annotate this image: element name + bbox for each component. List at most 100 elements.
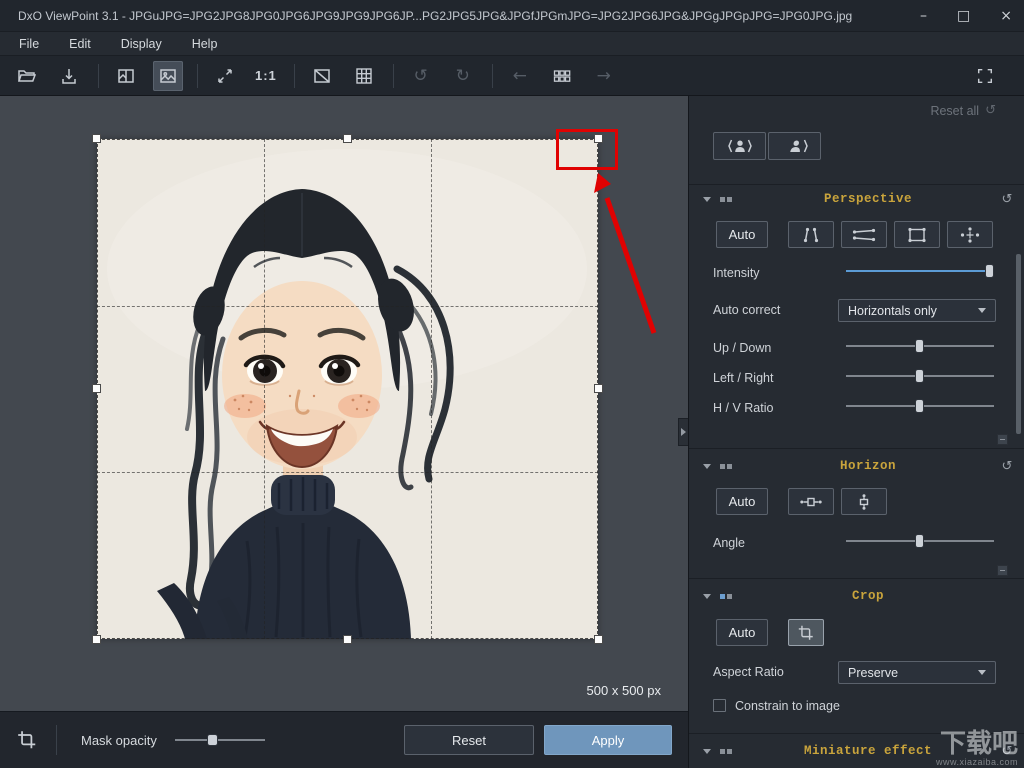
previous-image-button[interactable]: ← xyxy=(505,61,535,91)
perspective-reset-icon[interactable]: ↺ xyxy=(998,192,1016,207)
rotate-right-icon[interactable]: ↻ xyxy=(448,61,478,91)
menu-help[interactable]: Help xyxy=(177,32,233,55)
intensity-label: Intensity xyxy=(713,266,760,280)
reset-button[interactable]: Reset xyxy=(404,725,534,755)
section-divider xyxy=(689,184,1024,185)
intensity-slider[interactable] xyxy=(846,263,994,279)
hv-ratio-label: H / V Ratio xyxy=(713,401,773,415)
collapse-triangle-icon[interactable] xyxy=(703,749,711,754)
collapse-triangle-icon[interactable] xyxy=(703,464,711,469)
perspective-auto-button[interactable]: Auto xyxy=(716,221,768,248)
horizon-level-button[interactable] xyxy=(788,488,834,515)
perspective-section-grip[interactable] xyxy=(997,434,1008,445)
open-folder-button[interactable] xyxy=(12,61,42,91)
crop-handle-middle-right[interactable] xyxy=(594,384,603,393)
fullscreen-button[interactable] xyxy=(970,61,1000,91)
horizon-section-header[interactable]: Horizon ↺ xyxy=(697,455,1016,477)
slider-fill xyxy=(846,270,990,272)
left-right-slider[interactable] xyxy=(846,368,994,384)
up-down-label: Up / Down xyxy=(713,341,771,355)
minimize-button[interactable]: – xyxy=(920,8,927,24)
horizon-vertical-button[interactable] xyxy=(841,488,887,515)
slider-knob[interactable] xyxy=(207,734,218,746)
crop-handle-top-left[interactable] xyxy=(92,134,101,143)
crop-auto-button[interactable]: Auto xyxy=(716,619,768,646)
miniature-reset-icon[interactable]: ↺ xyxy=(998,744,1016,759)
horizon-auto-button[interactable]: Auto xyxy=(716,488,768,515)
menu-display[interactable]: Display xyxy=(106,32,177,55)
angle-slider[interactable] xyxy=(846,533,994,549)
menu-edit[interactable]: Edit xyxy=(54,32,106,55)
horizon-tools: Auto xyxy=(716,488,894,515)
maximize-button[interactable]: □ xyxy=(957,8,970,24)
slider-knob[interactable] xyxy=(915,399,924,413)
crop-size-label: 500 x 500 px xyxy=(587,683,661,698)
section-preview-icon[interactable] xyxy=(720,749,732,754)
photo-crop-region[interactable] xyxy=(97,139,598,639)
section-preview-icon[interactable] xyxy=(720,594,732,599)
eight-points-button[interactable] xyxy=(947,221,993,248)
chevron-down-icon xyxy=(978,670,986,675)
left-right-label: Left / Right xyxy=(713,371,773,385)
crop-section-header[interactable]: Crop xyxy=(697,585,1016,607)
mask-opacity-slider[interactable] xyxy=(175,732,265,748)
horizon-reset-icon[interactable]: ↺ xyxy=(998,459,1016,474)
rotate-left-icon[interactable]: ↺ xyxy=(406,61,436,91)
panel-scrollbar[interactable] xyxy=(1016,254,1021,434)
full-correction-button[interactable] xyxy=(768,132,821,160)
thumbnails-button[interactable] xyxy=(547,61,577,91)
force-rectangle-button[interactable] xyxy=(894,221,940,248)
auto-correct-label: Auto correct xyxy=(713,303,780,317)
close-button[interactable]: × xyxy=(1000,8,1012,24)
section-preview-icon[interactable] xyxy=(720,464,732,469)
image-view-button[interactable] xyxy=(153,61,183,91)
angle-label: Angle xyxy=(713,536,745,550)
constrain-to-image-checkbox[interactable] xyxy=(713,699,726,712)
up-down-slider[interactable] xyxy=(846,338,994,354)
slider-knob[interactable] xyxy=(915,339,924,353)
slider-knob[interactable] xyxy=(915,369,924,383)
auto-correct-select[interactable]: Horizontals only xyxy=(838,299,996,322)
aspect-ratio-label: Aspect Ratio xyxy=(713,665,784,679)
reset-all-button[interactable]: Reset all ↺ xyxy=(930,103,996,118)
zoom-1-1-button[interactable]: 1:1 xyxy=(252,61,280,91)
natural-perspective-button[interactable] xyxy=(713,132,766,160)
perspective-section-header[interactable]: Perspective ↺ xyxy=(697,188,1016,210)
export-button[interactable] xyxy=(54,61,84,91)
preview-original-button[interactable] xyxy=(307,61,337,91)
thirds-line-horizontal xyxy=(97,472,598,473)
fit-screen-button[interactable] xyxy=(210,61,240,91)
section-preview-icon[interactable] xyxy=(720,197,732,202)
hv-ratio-slider[interactable] xyxy=(846,398,994,414)
crop-handle-top-middle[interactable] xyxy=(343,134,352,143)
grid-overlay-button[interactable] xyxy=(349,61,379,91)
force-horizontal-parallels-button[interactable] xyxy=(841,221,887,248)
perspective-preview-group xyxy=(713,132,823,160)
panel-collapse-handle[interactable] xyxy=(678,418,688,446)
force-vertical-parallels-button[interactable] xyxy=(788,221,834,248)
chevron-down-icon xyxy=(978,308,986,313)
crop-section-title: Crop xyxy=(738,589,998,603)
slider-knob[interactable] xyxy=(915,534,924,548)
crop-mode-icon[interactable] xyxy=(16,729,38,751)
toolbar-separator xyxy=(98,64,99,88)
apply-button[interactable]: Apply xyxy=(544,725,672,755)
crop-tool-button[interactable] xyxy=(788,619,824,646)
horizon-section-grip[interactable] xyxy=(997,565,1008,576)
crop-handle-bottom-right[interactable] xyxy=(594,635,603,644)
compare-view-button[interactable] xyxy=(111,61,141,91)
collapse-triangle-icon[interactable] xyxy=(703,197,711,202)
perspective-section-title: Perspective xyxy=(738,192,998,206)
aspect-ratio-select[interactable]: Preserve xyxy=(838,661,996,684)
menu-file[interactable]: File xyxy=(4,32,54,55)
chevron-right-icon xyxy=(681,428,686,436)
crop-handle-bottom-left[interactable] xyxy=(92,635,101,644)
slider-knob[interactable] xyxy=(985,264,994,278)
miniature-section-header[interactable]: Miniature effect ↺ xyxy=(697,740,1016,762)
crop-handle-middle-left[interactable] xyxy=(92,384,101,393)
crop-handle-bottom-middle[interactable] xyxy=(343,635,352,644)
thirds-line-horizontal xyxy=(97,306,598,307)
next-image-button[interactable]: → xyxy=(589,61,619,91)
collapse-triangle-icon[interactable] xyxy=(703,594,711,599)
reset-icon: ↺ xyxy=(985,103,996,118)
